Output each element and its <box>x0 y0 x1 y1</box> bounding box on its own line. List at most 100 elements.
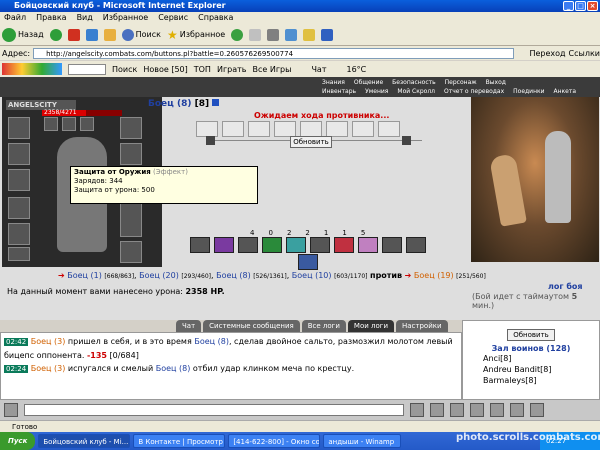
tab-system[interactable]: Системные сообщения <box>203 320 300 332</box>
address-input[interactable]: http://angelscity.combats.com/buttons.pl… <box>33 47 515 59</box>
ring-slot-3[interactable] <box>80 117 94 131</box>
print-icon[interactable] <box>267 28 280 41</box>
maximize-icon[interactable]: □ <box>575 1 586 11</box>
user-item[interactable]: Andreu Bandit[8] <box>483 364 599 375</box>
menu-file[interactable]: Файл <box>4 12 26 24</box>
task-combats[interactable]: Бойцовский клуб - Mi... <box>38 434 131 448</box>
refresh-icon[interactable] <box>85 28 98 41</box>
links-chat[interactable]: Чат <box>311 65 326 74</box>
chat-target[interactable]: Боец (8) <box>194 337 229 346</box>
stop-icon[interactable] <box>67 28 80 41</box>
skill-slot-5[interactable] <box>286 237 306 253</box>
nav-character[interactable]: Персонаж <box>441 78 481 87</box>
links-new[interactable]: Новое [50] <box>143 65 187 74</box>
refresh-button[interactable]: Обновить <box>290 136 332 148</box>
tab-settings[interactable]: Настройки <box>396 320 448 332</box>
weapon-slot[interactable] <box>8 143 30 165</box>
scroll-slot-8[interactable] <box>378 121 400 137</box>
skill-slot-6[interactable] <box>310 237 330 253</box>
tab-my-logs[interactable]: Мои логи <box>347 320 394 332</box>
task-icq[interactable]: [414-622-800] - Окно со... <box>228 434 321 448</box>
search-button[interactable]: Поиск <box>121 28 161 41</box>
links-top[interactable]: ТОП <box>194 65 211 74</box>
scroll-slot-1[interactable] <box>196 121 218 137</box>
skill-slot-10[interactable] <box>406 237 426 253</box>
bottom-icon[interactable] <box>490 403 504 417</box>
close-icon[interactable]: × <box>587 1 598 11</box>
chat-input[interactable] <box>24 404 404 416</box>
skill-slot-11[interactable] <box>298 254 318 270</box>
skill-slot-3[interactable] <box>238 237 258 253</box>
nav-inventory[interactable]: Инвентарь <box>318 87 360 96</box>
links-search[interactable]: Поиск <box>112 65 137 74</box>
minimize-icon[interactable]: _ <box>563 1 574 11</box>
bottom-icon[interactable] <box>450 403 464 417</box>
messenger-icon[interactable] <box>321 28 334 41</box>
history-icon[interactable] <box>231 28 244 41</box>
amulet-slot[interactable] <box>120 143 142 165</box>
scroll-slot-2[interactable] <box>222 121 244 137</box>
scroll-slot-3[interactable] <box>248 121 270 137</box>
armor-slot[interactable] <box>8 197 30 219</box>
nav-exit[interactable]: Выход <box>482 78 510 87</box>
skill-slot-9[interactable] <box>382 237 402 253</box>
nav-transfers[interactable]: Отчет о переводах <box>440 87 508 96</box>
ring-slots[interactable] <box>8 247 30 261</box>
bottom-icon[interactable] <box>530 403 544 417</box>
nav-security[interactable]: Безопасность <box>388 78 440 87</box>
menu-view[interactable]: Вид <box>77 12 93 24</box>
go-button[interactable]: Переход <box>517 49 565 58</box>
links-button[interactable]: Ссылки <box>569 49 600 58</box>
menu-help[interactable]: Справка <box>198 12 233 24</box>
menu-tools[interactable]: Сервис <box>158 12 188 24</box>
bottom-icon[interactable] <box>4 403 18 417</box>
battle-log-link[interactable]: лог боя <box>548 282 583 291</box>
toolbar-search-field[interactable] <box>68 63 106 75</box>
fighter-4-name[interactable]: Боец (10) <box>292 271 332 280</box>
bottom-icon[interactable] <box>410 403 424 417</box>
user-item[interactable]: Barmaleys[8] <box>483 375 599 386</box>
menu-edit[interactable]: Правка <box>36 12 66 24</box>
task-winamp[interactable]: андыши - Winamp <box>323 434 402 448</box>
ring-slot-2[interactable] <box>62 117 76 131</box>
skill-slot-2[interactable] <box>214 237 234 253</box>
tab-chat[interactable]: Чат <box>176 320 202 332</box>
bottom-icon[interactable] <box>430 403 444 417</box>
chat-actor[interactable]: Боец (3) <box>31 337 66 346</box>
fighter-1-name[interactable]: Боец (1) <box>67 271 102 280</box>
edit-icon[interactable] <box>285 28 298 41</box>
gloves-slot[interactable] <box>8 169 30 191</box>
links-all-games[interactable]: Все Игры <box>253 65 292 74</box>
skill-slot-1[interactable] <box>190 237 210 253</box>
scroll-slot-6[interactable] <box>326 121 348 137</box>
favorites-button[interactable]: ★ Избранное <box>167 28 225 42</box>
menu-favorites[interactable]: Избранное <box>103 12 148 24</box>
links-play[interactable]: Играть <box>217 65 247 74</box>
fighter-2-name[interactable]: Боец (20) <box>139 271 179 280</box>
folder-icon[interactable] <box>303 28 316 41</box>
nav-duels[interactable]: Поединки <box>509 87 548 96</box>
chat-target[interactable]: Боец (8) <box>156 364 191 373</box>
info-icon[interactable] <box>212 99 220 106</box>
back-button[interactable]: Назад <box>2 27 44 42</box>
bottom-icon[interactable] <box>510 403 524 417</box>
bottom-icon[interactable] <box>470 403 484 417</box>
skill-slot-4[interactable] <box>262 237 282 253</box>
fighter-3-name[interactable]: Боец (8) <box>216 271 251 280</box>
side-refresh-button[interactable]: Обновить <box>507 329 555 341</box>
nav-my-scroll[interactable]: Мой Скролл <box>393 87 439 96</box>
mail-icon[interactable] <box>249 28 262 41</box>
home-icon[interactable] <box>103 28 116 41</box>
start-button[interactable]: Пуск <box>0 432 36 450</box>
task-vkontakte[interactable]: В Контакте | Просмотр ... <box>133 434 226 448</box>
scroll-slot-5[interactable] <box>300 121 322 137</box>
belt-slot[interactable] <box>8 223 30 245</box>
user-item[interactable]: Anci[8] <box>483 353 599 364</box>
boots-slot[interactable] <box>120 241 142 263</box>
scroll-slot-4[interactable] <box>274 121 296 137</box>
nav-skills[interactable]: Умения <box>361 87 392 96</box>
skill-slot-8[interactable] <box>358 237 378 253</box>
tab-all-logs[interactable]: Все логи <box>301 320 346 332</box>
nav-profile[interactable]: Анкета <box>550 87 581 96</box>
forward-arrow-icon[interactable] <box>49 28 62 41</box>
